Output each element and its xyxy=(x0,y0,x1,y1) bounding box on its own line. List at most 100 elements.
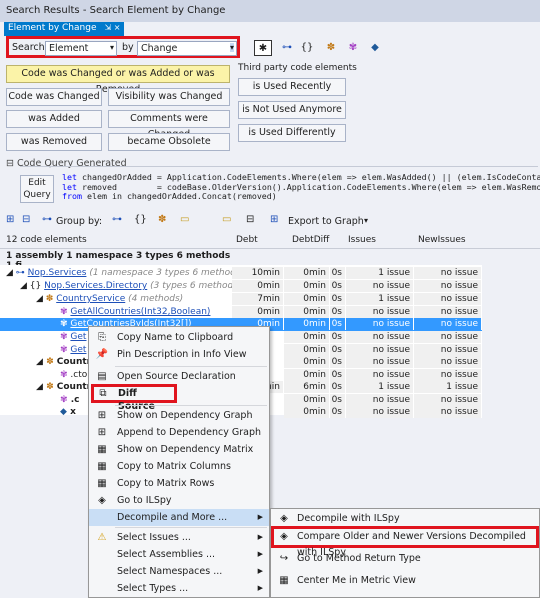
menu-select-issues[interactable]: ⚠ Select Issues ... ▶ xyxy=(89,529,269,546)
collapse-tree-icon[interactable]: ⊟ xyxy=(246,214,254,225)
namespace-icon[interactable]: {} xyxy=(298,40,316,56)
row-note: (3 types 6 methods xyxy=(150,281,238,291)
table-row[interactable]: ◢ ⊶ Nop.Services (1 namespace 3 types 6 … xyxy=(0,267,482,280)
tab-pin-icon[interactable]: ⇲ × xyxy=(104,23,120,32)
collapse-all-icon[interactable]: ⊟ xyxy=(22,214,30,225)
col-debtdiff[interactable]: DebtDiff xyxy=(292,235,329,245)
export-to-graph-button[interactable]: Export to Graph xyxy=(288,216,364,227)
filter-changed-added-removed-button[interactable]: Code was Changed or was Added or was Rem… xyxy=(6,65,230,95)
cell-debtdiff: 0min xyxy=(284,306,330,318)
cell-newissues: no issue xyxy=(414,331,482,343)
cell-newissues: no issue xyxy=(414,394,482,406)
collapse-icon[interactable]: ⊟ xyxy=(6,158,17,169)
filter-removed-button[interactable]: was Removed xyxy=(6,133,102,151)
field-icon[interactable]: ◆ xyxy=(366,40,384,56)
cell-newissues: 1 issue xyxy=(414,381,482,393)
row-name[interactable]: Get xyxy=(70,332,86,342)
menu-copy-matrix-rows[interactable]: ▦ Copy to Matrix Rows xyxy=(89,475,269,492)
menu-show-dep-graph[interactable]: ⊞ Show on Dependency Graph xyxy=(89,407,269,424)
menu-select-assemblies[interactable]: Select Assemblies ... ▶ xyxy=(89,546,269,563)
submenu-go-return-type[interactable]: ↪ Go to Method Return Type xyxy=(271,549,539,569)
row-name[interactable]: CountryService xyxy=(56,294,125,304)
method-icon[interactable]: ✾ xyxy=(344,40,362,56)
export-graph-icon[interactable]: ⊞ xyxy=(270,214,278,225)
col-debt[interactable]: Debt xyxy=(236,235,258,245)
all-elements-icon[interactable]: ✱ xyxy=(254,40,272,56)
menu-copy-matrix-cols[interactable]: ▦ Copy to Matrix Columns xyxy=(89,458,269,475)
menu-copy-name[interactable]: ⎘ Copy Name to Clipboard xyxy=(89,329,269,346)
filter-used-recently-button[interactable]: is Used Recently xyxy=(238,78,346,96)
divider xyxy=(20,166,538,167)
filter-comments-changed-button[interactable]: Comments were Changed xyxy=(108,110,230,140)
table-row[interactable]: ◢ {} Nop.Services.Directory (3 types 6 m… xyxy=(0,280,482,293)
edit-query-button[interactable]: Edit Query xyxy=(20,175,54,203)
table-row[interactable]: ◢ ✽ CountryService (4 methods) 7min 0min… xyxy=(0,293,482,306)
menu-open-source[interactable]: ▤ Open Source Declaration xyxy=(89,368,269,385)
collapse-arrow-icon[interactable]: ◢ xyxy=(36,382,43,392)
keyword: let xyxy=(62,181,77,192)
collapse-arrow-icon[interactable]: ◢ xyxy=(20,281,27,291)
cell-debtdiff-s: 0s xyxy=(330,267,346,279)
submenu-center-metric[interactable]: ▦ Center Me in Metric View xyxy=(271,571,539,591)
code-query-editor[interactable]: let changedOrAdded = Application.CodeEle… xyxy=(62,173,540,203)
group-type-icon[interactable]: ✽ xyxy=(158,214,166,225)
menu-go-ilspy[interactable]: ◈ Go to ILSpy xyxy=(89,492,269,509)
folder-icon[interactable]: ▭ xyxy=(222,214,231,225)
collapse-arrow-icon[interactable]: ◢ xyxy=(6,268,13,278)
filter-not-used-button[interactable]: is Not Used Anymore xyxy=(238,101,346,119)
row-name[interactable]: GetAllCountries(Int32,Boolean) xyxy=(70,307,210,317)
search-by-value: Change xyxy=(141,43,178,54)
menu-diff-source[interactable]: ⧉ Diff Source xyxy=(91,384,177,412)
menu-append-dep-graph[interactable]: ⊞ Append to Dependency Graph xyxy=(89,424,269,441)
expand-all-icon[interactable]: ⊞ xyxy=(6,214,14,225)
type-icon[interactable]: ✽ xyxy=(322,40,340,56)
row-name[interactable]: Countr xyxy=(57,357,91,367)
source-icon: ▤ xyxy=(97,371,107,382)
copy-icon: ⎘ xyxy=(98,332,106,343)
menu-pin-info[interactable]: 📌 Pin Description in Info View xyxy=(89,346,269,363)
collapse-arrow-icon[interactable]: ◢ xyxy=(36,294,43,304)
submenu-compare-older-newer[interactable]: ◈ Compare Older and Newer Versions Decomp… xyxy=(271,526,539,558)
code-query-header[interactable]: ⊟ Code Query Generated xyxy=(6,158,127,169)
cell-debtdiff: 6min xyxy=(284,381,330,393)
row-name[interactable]: Get xyxy=(70,345,86,355)
menu-select-namespaces[interactable]: Select Namespaces ... ▶ xyxy=(89,563,269,580)
cell-issues: no issue xyxy=(346,394,414,406)
collapse-arrow-icon[interactable]: ◢ xyxy=(36,357,43,367)
filter-obsolete-button[interactable]: became Obsolete xyxy=(108,133,230,151)
matrix-icon: ▦ xyxy=(97,444,107,455)
filter-used-differently-button[interactable]: is Used Differently xyxy=(238,124,346,142)
col-newissues[interactable]: NewIssues xyxy=(418,235,466,245)
menu-decompile-more[interactable]: Decompile and More ... ▶ xyxy=(89,509,269,526)
assembly-group-icon[interactable]: ⊶ xyxy=(42,214,52,225)
row-name[interactable]: Nop.Services xyxy=(28,268,87,278)
tab-element-by-change[interactable]: Element by Change ⇲ × xyxy=(4,22,125,36)
row-name[interactable]: Nop.Services.Directory xyxy=(44,281,147,291)
cell-issues: no issue xyxy=(346,306,414,318)
group-assembly-icon[interactable]: ⊶ xyxy=(112,214,122,225)
cell-debtdiff-s: 0s xyxy=(330,331,346,343)
col-issues[interactable]: Issues xyxy=(348,235,376,245)
table-row[interactable]: ✾ GetAllCountries(Int32,Boolean) 0min 0m… xyxy=(0,306,482,319)
group-folder-icon[interactable]: ▭ xyxy=(180,214,189,225)
menu-show-dep-matrix[interactable]: ▦ Show on Dependency Matrix xyxy=(89,441,269,458)
element-kind-select[interactable]: Element ▾ xyxy=(45,41,117,56)
row-name[interactable]: x xyxy=(70,407,76,417)
row-name[interactable]: Countr xyxy=(57,382,91,392)
chevron-down-icon: ▾ xyxy=(229,43,234,52)
filter-visibility-changed-button[interactable]: Visibility was Changed xyxy=(108,88,230,106)
assembly-icon: ⊶ xyxy=(15,268,25,278)
filter-code-changed-button[interactable]: Code was Changed xyxy=(6,88,102,106)
cell-debtdiff-s: 0s xyxy=(330,344,346,356)
search-by-select[interactable]: Change ▾ xyxy=(137,41,237,56)
row-name[interactable]: .c xyxy=(71,395,80,405)
row-note: (1 namespace 3 types 6 methods xyxy=(89,268,241,278)
menu-select-types[interactable]: Select Types ... ▶ xyxy=(89,580,269,597)
group-namespace-icon[interactable]: {} xyxy=(134,214,147,225)
assembly-icon[interactable]: ⊶ xyxy=(278,40,296,56)
chevron-down-icon[interactable]: ▾ xyxy=(364,216,368,225)
filter-added-button[interactable]: was Added xyxy=(6,110,102,128)
menu-label: Select Types ... xyxy=(117,583,189,594)
cell-newissues: no issue xyxy=(414,306,482,318)
menu-label: Show on Dependency Graph xyxy=(117,410,253,421)
